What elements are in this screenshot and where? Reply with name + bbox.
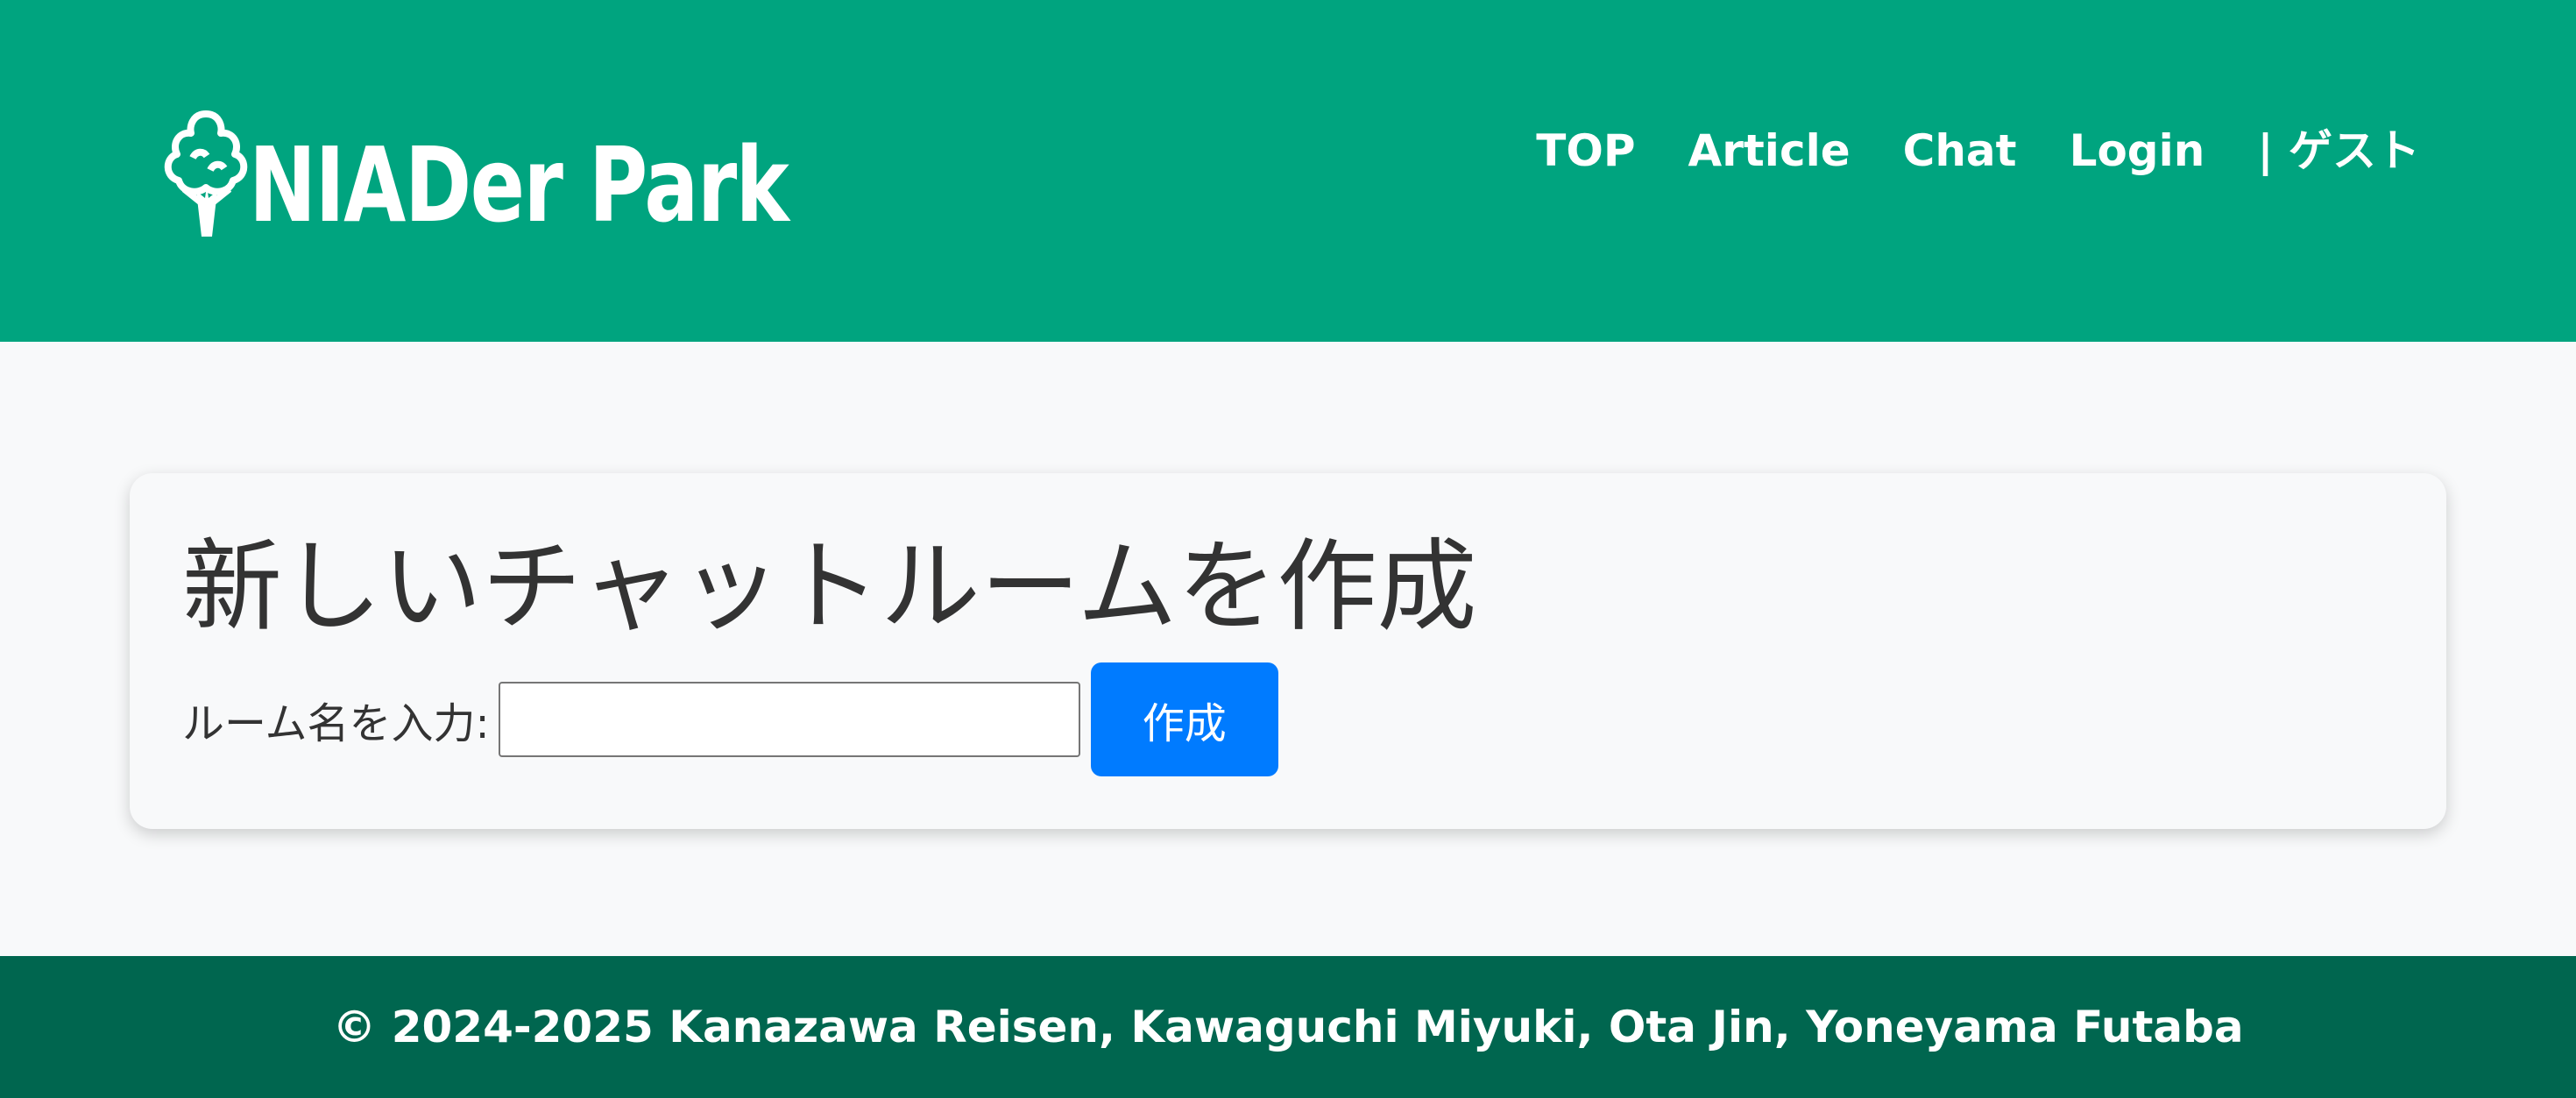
page-title: 新しいチャットルームを作成 (182, 528, 1477, 645)
logo-text: NIADer Park (249, 124, 789, 245)
create-button[interactable]: 作成 (1090, 662, 1278, 776)
create-room-card: 新しいチャットルームを作成 ルーム名を入力: 作成 (130, 473, 2446, 829)
main-nav: TOP Article Chat Login | ゲスト (1483, 116, 2420, 186)
room-name-input[interactable] (498, 682, 1080, 757)
nav-article[interactable]: Article (1688, 116, 1851, 186)
copyright-text: © 2024-2025 Kanazawa Reisen, Kawaguchi M… (332, 1002, 2244, 1052)
nav-login[interactable]: Login (2070, 116, 2205, 186)
tree-icon (164, 110, 248, 237)
nav-top[interactable]: TOP (1536, 116, 1635, 186)
nav-chat[interactable]: Chat (1903, 116, 2017, 186)
create-room-form: ルーム名を入力: 作成 (182, 662, 1278, 776)
room-name-label: ルーム名を入力: (182, 699, 490, 748)
site-header: NIADer Park TOP Article Chat Login | ゲスト (0, 0, 2576, 342)
current-user-label: | ゲスト (2257, 125, 2420, 176)
site-logo[interactable]: NIADer Park (158, 105, 940, 237)
site-footer: © 2024-2025 Kanazawa Reisen, Kawaguchi M… (0, 956, 2576, 1098)
